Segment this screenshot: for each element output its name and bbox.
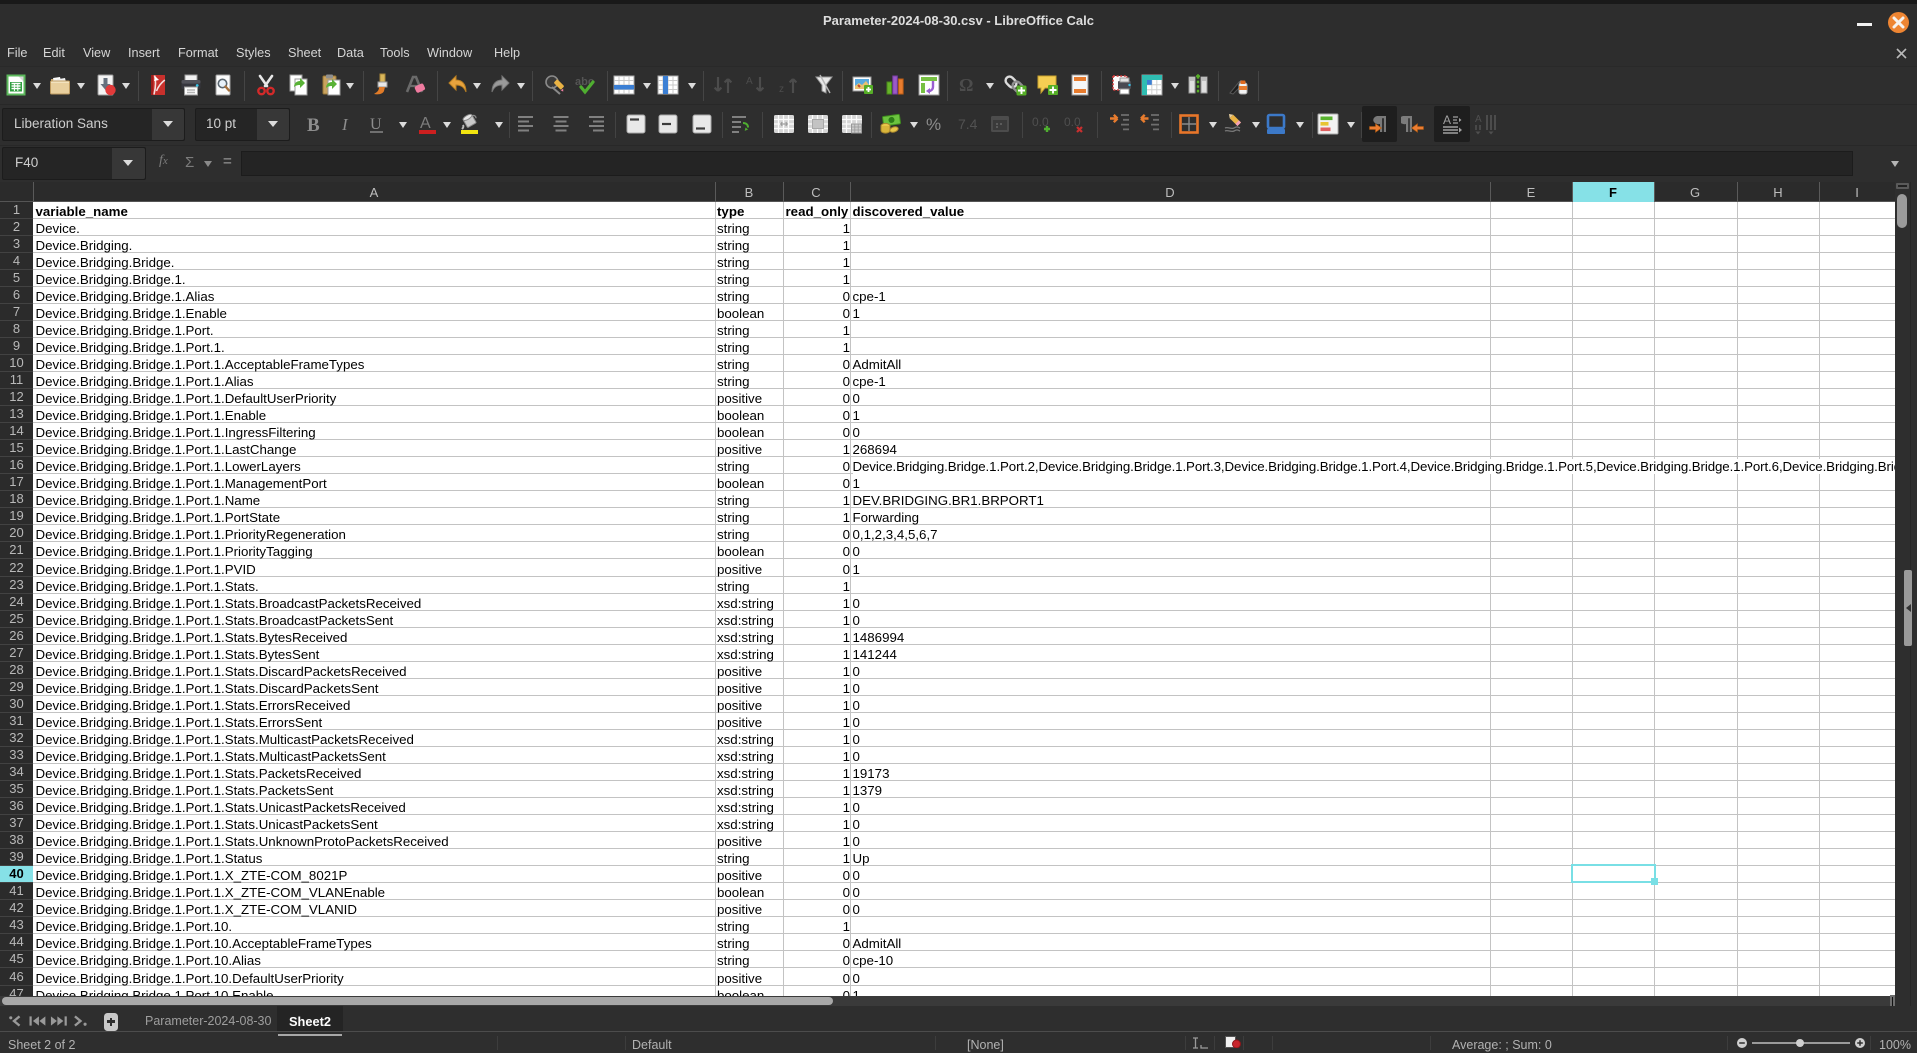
svg-text:Ω: Ω: [959, 75, 973, 95]
svg-text:A: A: [1475, 114, 1482, 125]
svg-text:0.0: 0.0: [1064, 115, 1081, 129]
svg-text:U: U: [370, 116, 382, 133]
svg-text:7.4: 7.4: [958, 116, 978, 132]
svg-text:A: A: [420, 115, 431, 132]
svg-text:I: I: [341, 115, 349, 134]
svg-text:%: %: [926, 115, 941, 134]
svg-text:z: z: [779, 84, 784, 95]
svg-text:A: A: [746, 76, 753, 87]
svg-text:B: B: [307, 115, 320, 136]
svg-text:A: A: [1443, 113, 1451, 127]
